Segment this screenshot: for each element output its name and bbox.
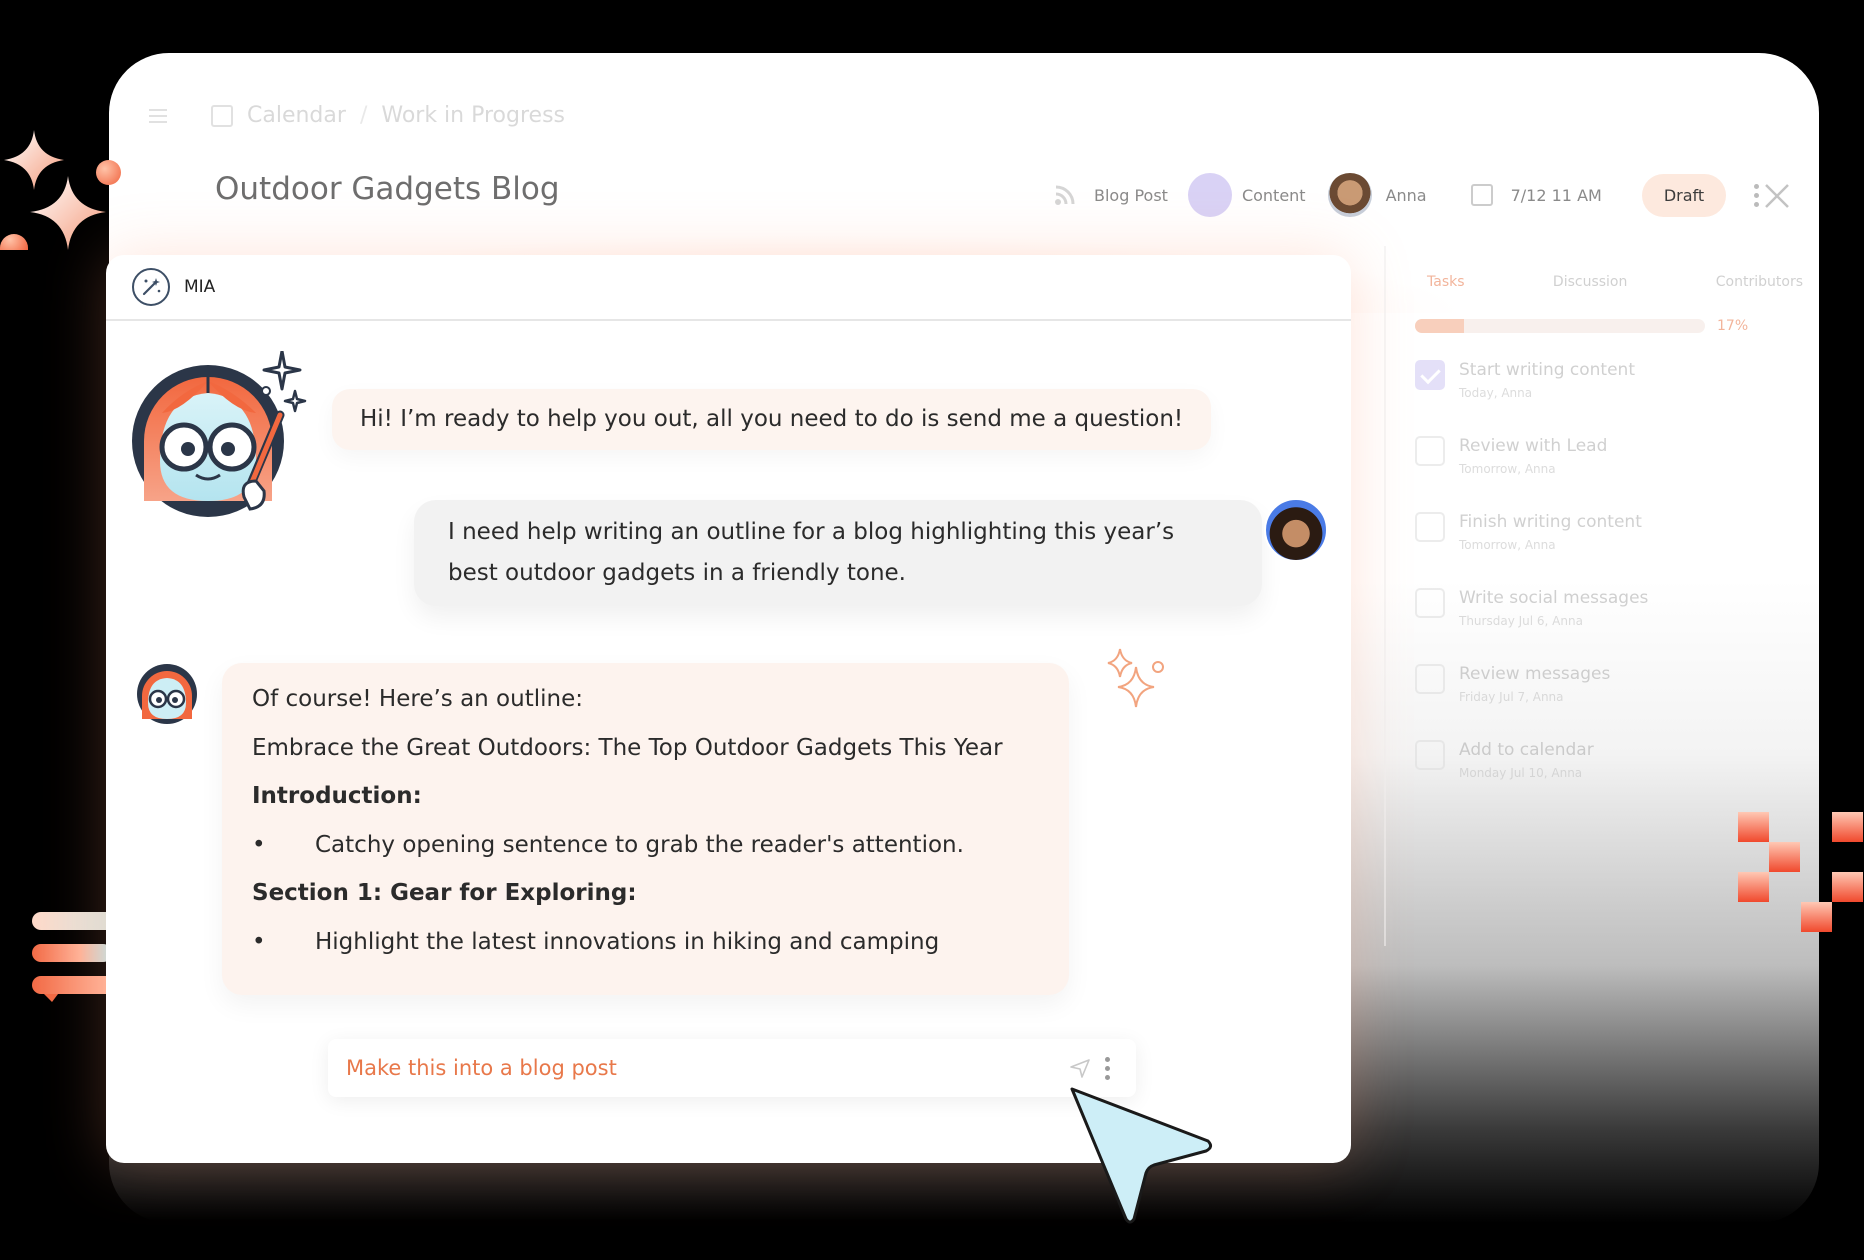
outline-bullet-text: Catchy opening sentence to grab the read… xyxy=(315,831,964,858)
pixel-decor xyxy=(1738,812,1863,932)
tab-contributors[interactable]: Contributors xyxy=(1716,274,1803,290)
task-item[interactable]: Start writing content Today, Anna xyxy=(1415,360,1819,410)
task-meta: Tomorrow, Anna xyxy=(1459,538,1556,552)
outline-headline: Embrace the Great Outdoors: The Top Outd… xyxy=(252,734,1003,761)
progress-fill xyxy=(1415,319,1465,333)
decor-dot xyxy=(96,160,121,185)
user-message: I need help writing an outline for a blo… xyxy=(414,500,1262,606)
task-item[interactable]: Finish writing content Tomorrow, Anna xyxy=(1415,512,1819,562)
kebab-icon[interactable] xyxy=(1754,183,1760,207)
panel-tabs: Tasks Discussion Contributors xyxy=(1387,246,1819,290)
task-item[interactable]: Review with Lead Tomorrow, Anna xyxy=(1415,436,1819,486)
breadcrumb-separator: / xyxy=(359,103,368,128)
task-text: Review with Lead Tomorrow, Anna xyxy=(1459,436,1607,476)
calendar-icon xyxy=(211,104,233,127)
task-name[interactable]: Write social messages xyxy=(1459,588,1648,608)
tab-discussion[interactable]: Discussion xyxy=(1553,274,1627,290)
task-text: Add to calendar Monday Jul 10, Anna xyxy=(1459,740,1594,780)
outline-intro: Of course! Here’s an outline: xyxy=(252,686,583,712)
assistant-outline-message: Of course! Here’s an outline: Embrace th… xyxy=(222,663,1069,995)
document-type[interactable]: Blog Post xyxy=(1094,186,1168,205)
send-icon[interactable] xyxy=(1069,1057,1091,1079)
category-avatar xyxy=(1187,173,1232,217)
assistant-avatar xyxy=(132,351,307,517)
task-name[interactable]: Add to calendar xyxy=(1459,740,1594,760)
task-name[interactable]: Start writing content xyxy=(1459,360,1635,380)
task-text: Review messages Friday Jul 7, Anna xyxy=(1459,664,1610,704)
outline-bullet-text: Highlight the latest innovations in hiki… xyxy=(315,928,940,955)
task-checkbox[interactable] xyxy=(1415,512,1445,542)
task-name[interactable]: Review with Lead xyxy=(1459,436,1607,456)
task-meta: Today, Anna xyxy=(1459,386,1533,400)
user-avatar xyxy=(1264,498,1328,562)
document-date[interactable]: 7/12 11 AM xyxy=(1511,186,1602,205)
task-item[interactable]: Add to calendar Monday Jul 10, Anna xyxy=(1415,740,1819,790)
task-meta: Tomorrow, Anna xyxy=(1459,462,1556,476)
task-checkbox[interactable] xyxy=(1415,588,1445,618)
task-meta: Thursday Jul 6, Anna xyxy=(1459,614,1583,628)
breadcrumb-current[interactable]: Work in Progress xyxy=(381,103,565,128)
rss-icon xyxy=(1055,185,1075,205)
outline-bullet: • Catchy opening sentence to grab the rea… xyxy=(252,821,1039,870)
document-category[interactable]: Content xyxy=(1242,186,1306,205)
outline-bullet: • Highlight the latest innovations in hik… xyxy=(252,918,1039,967)
task-meta: Monday Jul 10, Anna xyxy=(1459,766,1583,780)
panel-divider xyxy=(1384,246,1386,946)
task-checkbox[interactable] xyxy=(1415,664,1445,694)
progress-row: 17% xyxy=(1415,318,1819,334)
page-title: Outdoor Gadgets Blog xyxy=(215,171,560,207)
task-checkbox[interactable] xyxy=(1415,740,1445,770)
outline-section-title: Section 1: Gear for Exploring: xyxy=(252,880,637,906)
breadcrumb: Calendar / Work in Progress xyxy=(149,103,565,128)
task-checkbox[interactable] xyxy=(1415,360,1445,390)
assistant-avatar-small xyxy=(137,664,197,724)
tab-tasks[interactable]: Tasks xyxy=(1427,274,1465,290)
assignee-avatar xyxy=(1327,173,1372,217)
task-text: Write social messages Thursday Jul 6, Ann… xyxy=(1459,588,1648,628)
close-icon[interactable] xyxy=(1764,183,1790,209)
task-meta: Friday Jul 7, Anna xyxy=(1459,690,1564,704)
task-text: Start writing content Today, Anna xyxy=(1459,360,1635,400)
cursor-icon xyxy=(1070,1087,1213,1224)
kebab-icon[interactable] xyxy=(1105,1056,1110,1080)
progress-label: 17% xyxy=(1717,318,1749,334)
task-name[interactable]: Finish writing content xyxy=(1459,512,1642,532)
task-text: Finish writing content Tomorrow, Anna xyxy=(1459,512,1642,552)
calendar-icon xyxy=(1470,184,1493,206)
task-list: Start writing content Today, Anna Review w… xyxy=(1387,360,1819,790)
chat-input[interactable]: Make this into a blog post xyxy=(328,1039,1136,1097)
document-assignee[interactable]: Anna xyxy=(1386,186,1427,205)
status-button[interactable]: Draft xyxy=(1641,173,1727,217)
task-item[interactable]: Review messages Friday Jul 7, Anna xyxy=(1415,664,1819,714)
task-checkbox[interactable] xyxy=(1415,436,1445,466)
breadcrumb-parent[interactable]: Calendar xyxy=(247,103,346,128)
chat-input-text[interactable]: Make this into a blog post xyxy=(346,1056,1069,1080)
chat-header: MIA xyxy=(106,255,1351,321)
magic-wand-icon xyxy=(132,268,170,306)
chat-title: MIA xyxy=(184,277,216,297)
assistant-message: Hi! I’m ready to help you out, all you n… xyxy=(332,389,1212,450)
tasks-panel: Tasks Discussion Contributors 17% Start … xyxy=(1387,246,1819,1146)
sparkle-icon xyxy=(1107,648,1164,708)
outline-section-title: Introduction: xyxy=(252,783,422,809)
task-item[interactable]: Write social messages Thursday Jul 6, Ann… xyxy=(1415,588,1819,638)
assistant-chat-panel: MIA Hi! I’m ready to help you out, all y… xyxy=(106,255,1351,1163)
menu-icon[interactable] xyxy=(149,114,167,117)
document-meta: Blog Post Content Anna 7/12 11 AM Draft xyxy=(1054,173,1760,217)
task-name[interactable]: Review messages xyxy=(1459,664,1610,684)
progress-bar xyxy=(1415,319,1705,333)
